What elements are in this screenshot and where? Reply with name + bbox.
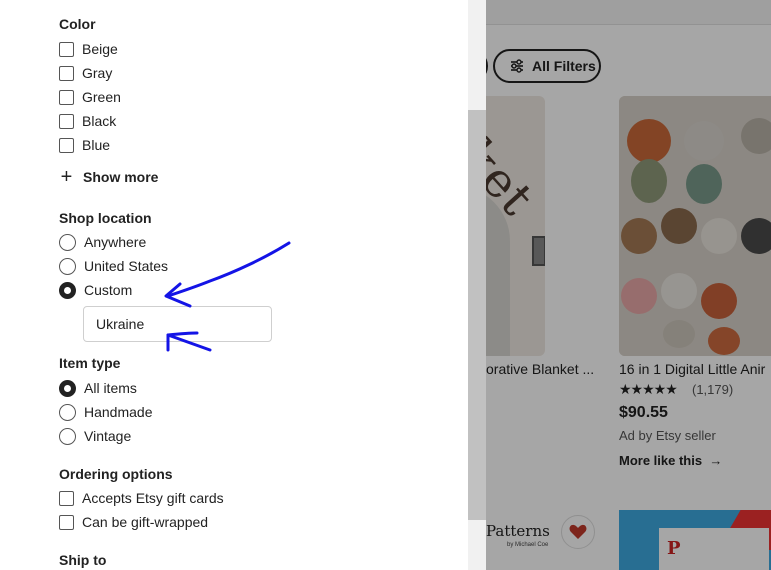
location-option-custom[interactable]: Custom — [59, 281, 132, 299]
show-more-label: Show more — [83, 169, 159, 185]
option-label: Blue — [82, 137, 111, 153]
option-label: Beige — [82, 41, 118, 57]
plus-icon: + — [60, 166, 73, 188]
location-option-united-states[interactable]: United States — [59, 257, 168, 275]
option-label: Vintage — [84, 428, 132, 444]
radio[interactable] — [59, 257, 76, 275]
ship-to-title: Ship to — [59, 552, 107, 568]
checkbox[interactable] — [59, 113, 74, 129]
location-option-anywhere[interactable]: Anywhere — [59, 233, 146, 251]
radio[interactable] — [59, 403, 76, 421]
shop-location-title: Shop location — [59, 210, 152, 226]
item-type-option-handmade[interactable]: Handmade — [59, 403, 153, 421]
option-label: Anywhere — [84, 234, 147, 250]
checkbox[interactable] — [59, 65, 74, 81]
option-label: United States — [84, 258, 169, 274]
radio[interactable] — [59, 427, 76, 445]
option-label: Black — [82, 113, 117, 129]
option-label: Handmade — [84, 404, 153, 420]
custom-location-input[interactable] — [83, 306, 272, 342]
ordering-options-title: Ordering options — [59, 466, 173, 482]
item-type-option-all[interactable]: All items — [59, 379, 137, 397]
item-type-title: Item type — [59, 355, 121, 371]
color-section-title: Color — [59, 16, 96, 32]
option-label: Accepts Etsy gift cards — [82, 490, 224, 506]
checkbox[interactable] — [59, 514, 74, 530]
radio[interactable] — [59, 233, 76, 251]
option-label: Can be gift-wrapped — [82, 514, 209, 530]
item-type-option-vintage[interactable]: Vintage — [59, 427, 131, 445]
color-option-black[interactable]: Black — [59, 112, 116, 130]
radio-selected[interactable] — [59, 281, 76, 299]
option-label: Green — [82, 89, 121, 105]
checkbox[interactable] — [59, 490, 74, 506]
color-option-blue[interactable]: Blue — [59, 136, 110, 154]
checkbox[interactable] — [59, 41, 74, 57]
checkbox[interactable] — [59, 137, 74, 153]
ordering-option-gift-wrapped[interactable]: Can be gift-wrapped — [59, 513, 208, 531]
option-label: Gray — [82, 65, 113, 81]
ordering-option-gift-cards[interactable]: Accepts Etsy gift cards — [59, 489, 224, 507]
option-label: Custom — [84, 282, 133, 298]
radio-selected[interactable] — [59, 379, 76, 397]
option-label: All items — [84, 380, 137, 396]
color-option-green[interactable]: Green — [59, 88, 121, 106]
filter-panel: Color Beige Gray Green Black Blue + Show… — [0, 0, 486, 570]
scrollbar-thumb[interactable] — [468, 110, 486, 520]
show-more-button[interactable]: + Show more — [59, 166, 159, 188]
checkbox[interactable] — [59, 89, 74, 105]
color-option-beige[interactable]: Beige — [59, 40, 118, 58]
color-option-gray[interactable]: Gray — [59, 64, 112, 82]
